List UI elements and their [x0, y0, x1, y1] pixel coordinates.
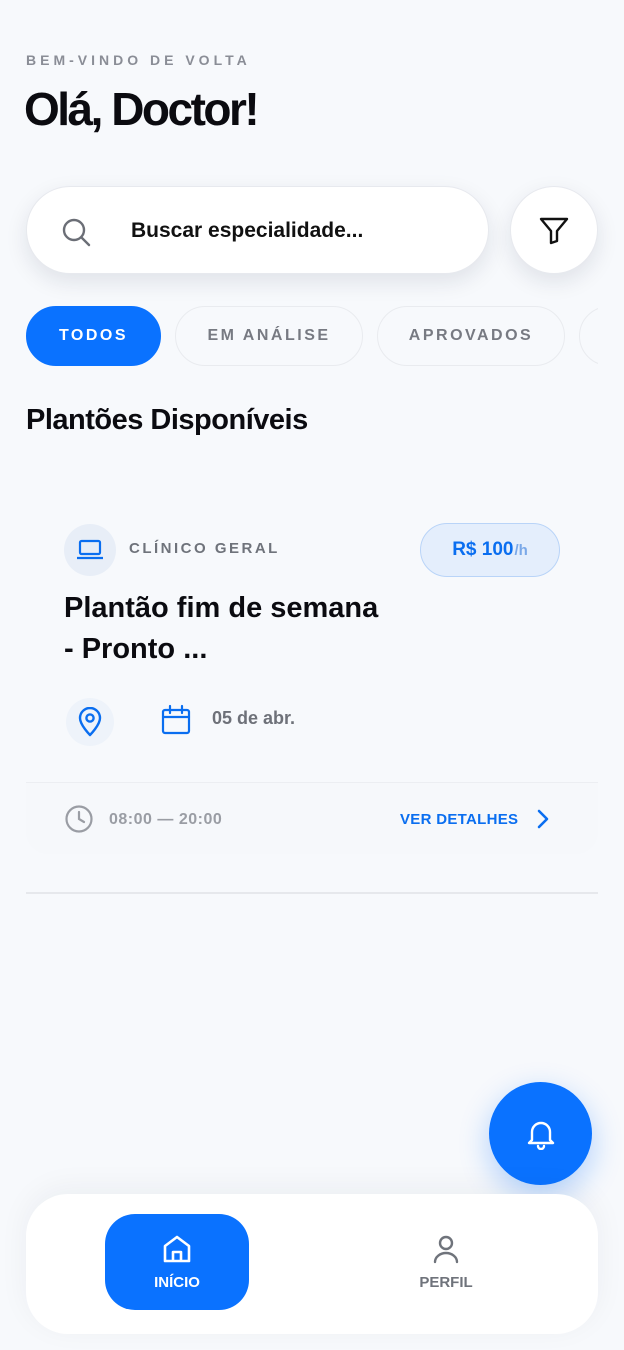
- card-footer: 08:00 — 20:00 VER DETALHES: [26, 782, 598, 854]
- laptop-icon: [77, 539, 103, 560]
- chevron-right-icon[interactable]: [536, 807, 550, 831]
- nav-home[interactable]: INÍCIO: [105, 1214, 249, 1310]
- bell-icon: [527, 1121, 554, 1150]
- shift-hours: 08:00 — 20:00: [109, 811, 223, 828]
- shift-title: Plantão fim de semana - Pronto ...: [64, 592, 379, 665]
- price-amount: R$ 100: [452, 539, 514, 560]
- filter-button[interactable]: [510, 186, 598, 274]
- nav-profile[interactable]: PERFIL: [374, 1214, 518, 1310]
- chip-aprovados[interactable]: APROVADOS: [377, 306, 565, 366]
- shift-date: 05 de abr.: [212, 708, 296, 728]
- home-icon: [163, 1235, 191, 1262]
- filter-icon: [539, 217, 569, 245]
- welcome-eyebrow: BEM-VINDO DE VOLTA: [26, 52, 251, 68]
- chip-more[interactable]: [579, 306, 598, 366]
- shift-card[interactable]: CLÍNICO GERAL R$ 100 /h Plantão fim de s…: [26, 470, 598, 890]
- price-badge: R$ 100 /h: [420, 523, 560, 577]
- page-title: Olá, Doctor!: [24, 83, 260, 135]
- view-details-link[interactable]: VER DETALHES: [400, 811, 518, 828]
- chip-em-analise[interactable]: EM ANÁLISE: [175, 306, 363, 366]
- category-icon-wrap: [64, 524, 116, 576]
- section-title: Plantões Disponíveis: [26, 404, 308, 436]
- category-label: CLÍNICO GERAL: [129, 540, 280, 557]
- nav-profile-label: PERFIL: [419, 1273, 473, 1291]
- search-icon: [62, 218, 91, 247]
- user-icon: [433, 1235, 459, 1263]
- calendar-icon-wrap: [154, 698, 198, 742]
- price-unit: /h: [514, 541, 528, 559]
- calendar-icon: [161, 704, 191, 735]
- bottom-nav: INÍCIO PERFIL: [26, 1194, 598, 1334]
- location-button[interactable]: [66, 698, 114, 746]
- notifications-fab[interactable]: [489, 1082, 592, 1185]
- filter-chips: TODOS EM ANÁLISE APROVADOS: [26, 306, 598, 366]
- chip-todos[interactable]: TODOS: [26, 306, 161, 366]
- search-input[interactable]: [131, 211, 461, 251]
- list-divider: [26, 892, 598, 894]
- nav-home-label: INÍCIO: [154, 1273, 200, 1291]
- map-pin-icon: [78, 707, 102, 737]
- search-bar[interactable]: [26, 186, 489, 274]
- clock-icon: [65, 805, 93, 833]
